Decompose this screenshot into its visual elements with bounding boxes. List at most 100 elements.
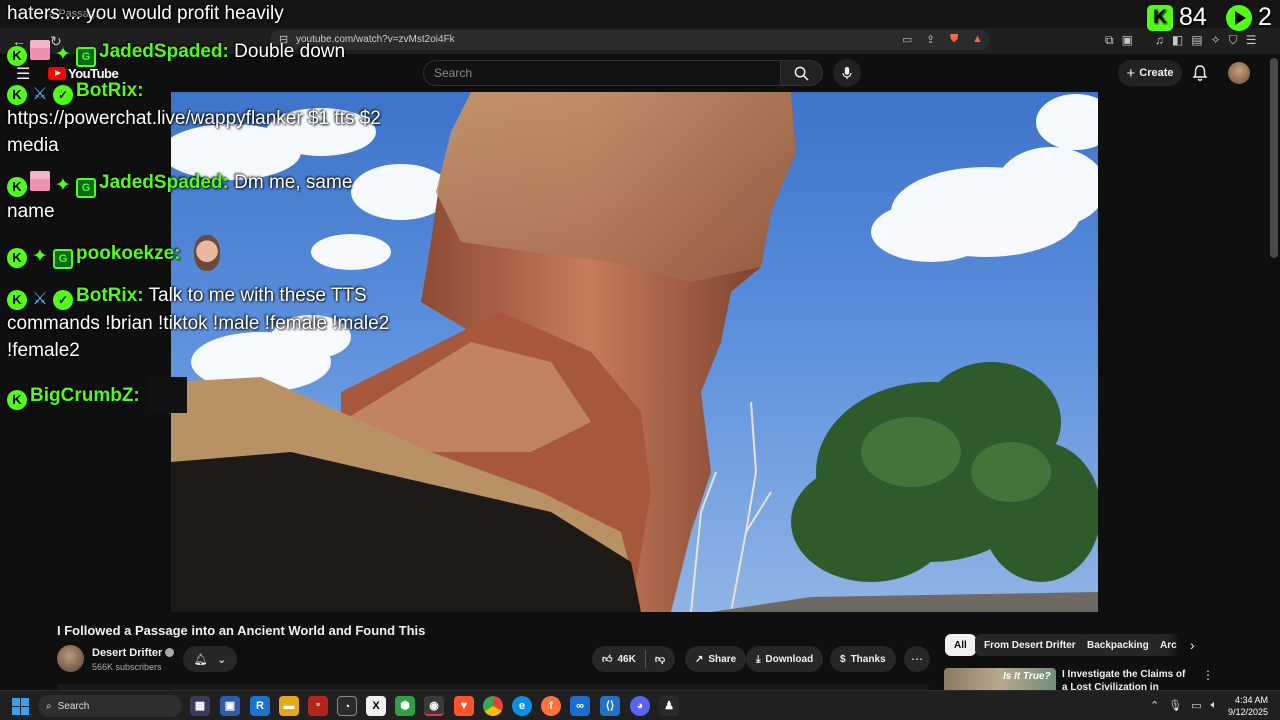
recommendation-title[interactable]: I Investigate the Claims of a Lost Civil… [1062,668,1192,690]
chat-username: JadedSpaded: [99,41,229,62]
firefox-icon[interactable]: f [541,696,561,716]
like-count: 46K [617,653,636,665]
search-input[interactable] [434,66,764,80]
subscription-notifications-button[interactable]: 🔔︎ ⌄ [183,646,237,672]
discord-icon[interactable]: ◕ [630,696,650,716]
chat-message: K ✦ G JadedSpaded: Double down [7,38,397,67]
chip-arc[interactable]: Arc [1152,634,1180,656]
kick-icon: K [7,177,27,197]
thumbs-down-icon: 👎︎ [654,654,665,665]
sword-icon: ⚔ [32,289,48,308]
kick-icon: K [7,85,27,105]
timer-app-icon[interactable]: ◔ [337,696,357,716]
microphone-icon[interactable]: 🎙︎ [1168,699,1182,712]
like-button[interactable]: 👍︎ 46K [602,653,636,666]
search-button[interactable] [780,60,823,86]
thumbnail-label: Is It True? [1003,671,1051,682]
thumbs-up-icon: 👍︎ [602,654,613,665]
recommendation-thumbnail[interactable]: Is It True? [944,668,1056,690]
search-icon: ⌕ [46,700,52,712]
extensions-icon[interactable]: ⧉ [1105,33,1114,48]
notifications-button[interactable] [1190,63,1210,83]
screen: ...a Passag... ← → ↻ ⊟ youtube.com/watch… [0,0,1280,720]
chevron-right-icon[interactable]: › [1190,637,1195,653]
sparkle-icon: ✦ [55,175,71,196]
play-icon [1226,4,1252,31]
chat-username: BotRix: [76,80,144,101]
sparkle-icon: ✦ [32,246,48,267]
download-button[interactable]: ⤓ Download [746,646,824,672]
subscriber-count: 566K subscribers [92,662,162,672]
thanks-label: Thanks [850,653,886,665]
cast-icon[interactable]: ▭ [902,33,912,46]
task-view-icon[interactable]: ▦ [190,696,210,716]
kick-icon: K [7,390,27,410]
chrome-icon[interactable] [483,696,503,716]
vpn-icon[interactable]: ⛉ [1229,33,1238,48]
account-avatar[interactable] [1228,62,1250,84]
file-explorer-icon[interactable]: ▬ [279,696,299,716]
viewer-count: 84 [1179,3,1207,31]
chevron-up-icon[interactable]: ⌃ [1150,699,1159,712]
chat-text: https://powerchat.live/wappyflanker $1 t… [7,108,381,156]
volume-icon[interactable]: 🔈︎ [1211,699,1218,712]
x-app-icon[interactable]: X [366,696,386,716]
network-icon[interactable]: ▭ [1191,699,1201,712]
video-title: I Followed a Passage into an Ancient Wor… [57,623,426,638]
extension-toolbar: ⧉ ▣ ♫ ◧ ▤ ✧ ⛉ ☰ [1105,33,1256,48]
chat-message: K ⚔ ✓ BotRix: https://powerchat.live/wappyf… [7,77,397,159]
system-tray: ⌃ 🎙︎ ▭ 🔈︎ [1150,699,1217,712]
app-person-icon[interactable]: ♟ [659,696,679,716]
media-icon[interactable]: ♫ [1155,33,1164,48]
dislike-button[interactable]: 👎︎ [655,653,665,665]
vscode-icon[interactable]: ⟨⟩ [600,696,620,716]
create-button[interactable]: + Create [1118,60,1182,86]
screenshot-icon[interactable]: ▣ [1122,33,1133,48]
subscriber-icon: G [53,249,73,269]
create-label: Create [1139,67,1174,79]
brave-rewards-icon[interactable]: ▲ [972,33,983,45]
search-box [423,60,781,86]
obs-icon[interactable]: ◉ [424,696,444,716]
remote-app-icon[interactable]: R [250,696,270,716]
brave-browser-icon[interactable]: ▼ [454,696,474,716]
taskbar-search[interactable]: ⌕ Search [38,695,182,717]
windows-start-icon[interactable] [12,698,29,715]
app-infinity-icon[interactable]: ∞ [570,696,590,716]
channel-avatar[interactable] [57,645,84,672]
thanks-button[interactable]: $ Thanks [830,646,896,672]
chip-all[interactable]: All [945,634,976,656]
share-icon: ↗ [695,653,704,665]
brave-shield-icon[interactable]: ⛊ [950,33,958,46]
menu-icon[interactable]: ☰ [1246,33,1257,48]
kick-icon: K [7,46,27,66]
voice-search-button[interactable] [833,59,861,87]
news-app-icon[interactable]: ≡ [308,696,328,716]
gift-icon [30,40,50,60]
channel-name[interactable]: Desert Drifter [92,647,175,659]
share-button[interactable]: ↗ Share [685,646,747,672]
like-divider [644,650,646,668]
subscriber-icon: G [76,47,96,67]
page-scrollbar[interactable] [1270,58,1278,258]
ellipsis-icon: ⋯ [911,652,923,666]
sidebar-icon[interactable]: ◧ [1172,33,1183,48]
chip-from-channel[interactable]: From Desert Drifter [975,634,1085,656]
chip-backpacking[interactable]: Backpacking [1078,634,1158,656]
chat-message: K ⚔ ✓ BotRix: Talk to me with these TTS com… [7,282,397,364]
like-dislike-group: 👍︎ 46K 👎︎ [592,646,675,672]
face-emote-icon [193,235,220,271]
wallet-icon[interactable]: ▤ [1191,33,1202,48]
clock-time: 4:34 AM [1234,695,1268,705]
taskbar-clock[interactable]: 4:34 AM 9/12/2025 [1226,694,1268,718]
shield-app-icon[interactable]: ⬢ [395,696,415,716]
app-icon[interactable]: ▣ [220,696,240,716]
chat-username: JadedSpaded: [99,172,229,193]
share-page-icon[interactable]: ⇪ [926,33,935,46]
leo-icon[interactable]: ✧ [1211,33,1221,48]
chat-message: K ✦ Gpookoekze: [7,235,397,271]
more-actions-button[interactable]: ⋯ [904,646,930,672]
vertical-ellipsis-icon[interactable]: ⋮ [1202,668,1214,682]
edge-icon[interactable]: e [512,696,532,716]
hidden-emote [149,377,188,413]
